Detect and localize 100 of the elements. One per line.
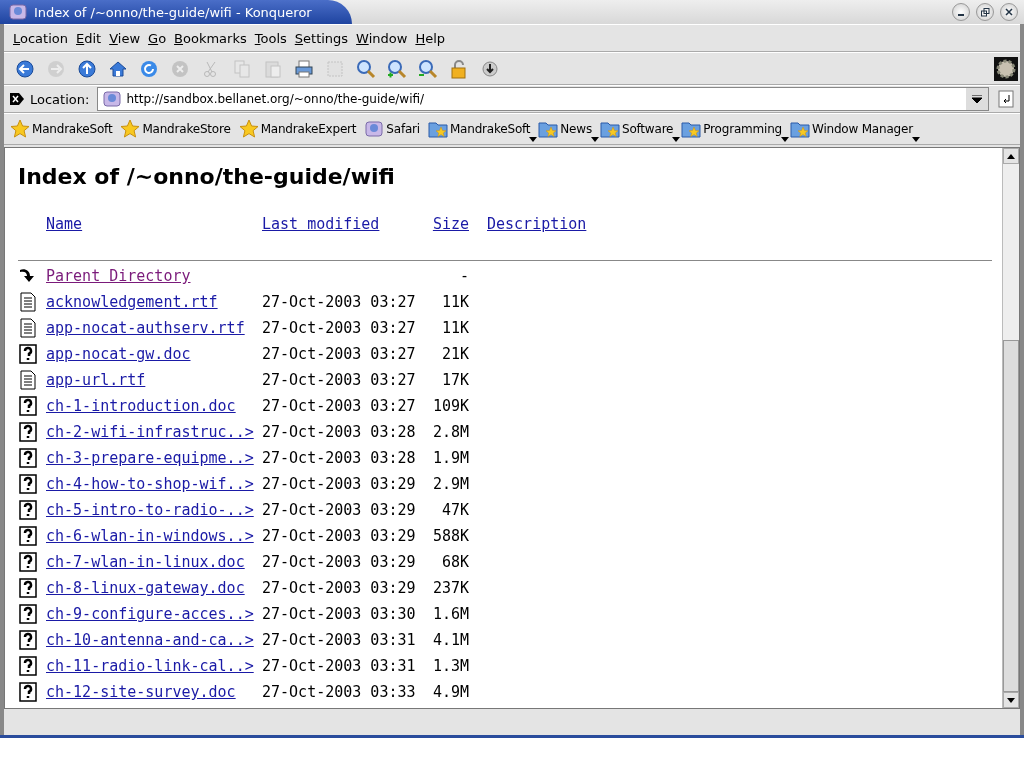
modified-date: 27-Oct-2003 03:30 [262, 605, 416, 623]
bookmark-item[interactable]: Safari [364, 119, 423, 139]
location-field[interactable]: http://sandbox.bellanet.org/~onno/the-guide/wifi/ [97, 87, 989, 111]
file-link[interactable]: ch-7-wlan-in-linux.doc [46, 553, 245, 571]
menu-item[interactable]: Help [412, 28, 449, 48]
file-link[interactable]: ch-6-wlan-in-windows..> [46, 527, 254, 545]
folder-icon [427, 119, 448, 139]
menu-item[interactable]: Settings [291, 28, 352, 48]
file-link[interactable]: acknowledgement.rtf [46, 293, 218, 311]
scrollbar[interactable] [1002, 148, 1019, 708]
zoom-in-icon [386, 58, 407, 79]
security-icon [479, 58, 500, 79]
menu-item[interactable]: Window [353, 28, 411, 48]
text-document-icon [18, 292, 38, 312]
modified-date: 27-Oct-2003 03:31 [262, 657, 416, 675]
scroll-up-button[interactable] [1003, 148, 1019, 164]
question-document-icon [18, 500, 38, 520]
question-document-icon [18, 630, 38, 650]
file-link[interactable]: app-url.rtf [46, 371, 146, 389]
location-label: Location: [30, 91, 90, 107]
dropdown-button[interactable] [966, 88, 988, 110]
url-input[interactable]: http://sandbox.bellanet.org/~onno/the-guide/wifi/ [126, 92, 962, 106]
file-link[interactable]: ch-8-linux-gateway.doc [46, 579, 245, 597]
file-size: 237K [432, 579, 469, 597]
padlock-icon [448, 58, 469, 79]
bookmark-item[interactable]: News [538, 119, 595, 139]
file-link[interactable]: ch-1-introduction.doc [46, 397, 236, 415]
column-header-link[interactable]: Last modified [262, 215, 380, 233]
menu-item[interactable]: Edit [73, 28, 105, 48]
folder-icon [681, 119, 702, 139]
file-link[interactable]: app-nocat-gw.doc [46, 345, 191, 363]
page-heading: Index of /~onno/the-guide/wifi [18, 164, 396, 189]
app-icon [8, 2, 28, 22]
file-size: 4.1M [432, 631, 469, 649]
minimize-button[interactable] [952, 3, 970, 21]
file-link[interactable]: ch-5-intro-to-radio-..> [46, 501, 254, 519]
file-link[interactable]: app-nocat-authserv.rtf [46, 319, 245, 337]
bookmark-item[interactable]: MandrakeSoft [10, 119, 116, 139]
bookmark-item[interactable]: MandrakeExpert [238, 119, 360, 139]
file-link[interactable]: ch-2-wifi-infrastruc..> [46, 423, 254, 441]
modified-date: 27-Oct-2003 03:29 [262, 579, 416, 597]
modified-date: 27-Oct-2003 03:31 [262, 631, 416, 649]
file-size: 47K [441, 501, 469, 519]
bookmark-item[interactable]: MandrakeStore [120, 119, 234, 139]
file-link[interactable]: ch-11-radio-link-cal..> [46, 657, 254, 675]
restore-icon [980, 7, 990, 17]
caret-icon [591, 137, 599, 142]
menu-item[interactable]: Location [10, 28, 71, 48]
caret-icon [781, 137, 789, 142]
folder-icon [538, 119, 559, 139]
menu-item[interactable]: View [106, 28, 144, 48]
enter-icon [997, 90, 1014, 108]
folder-icon [600, 119, 620, 139]
text-document-icon [18, 370, 38, 390]
file-size: 588K [432, 527, 469, 545]
caret-icon [911, 137, 920, 142]
question-document-icon [18, 604, 38, 624]
bookmark-item[interactable]: Programming [681, 119, 785, 139]
file-size: 21K [441, 345, 469, 363]
bookmark-item[interactable]: Software [600, 119, 677, 139]
file-size: 11K [441, 293, 469, 311]
close-button[interactable] [1000, 3, 1018, 21]
file-link[interactable]: ch-3-prepare-equipme..> [46, 449, 254, 467]
stop-icon [169, 58, 190, 79]
modified-date: 27-Oct-2003 03:29 [262, 475, 416, 493]
menu-item[interactable]: Tools [251, 28, 290, 48]
scroll-down-button[interactable] [1003, 692, 1019, 708]
column-header-link[interactable]: Name [46, 215, 83, 233]
column-header-link[interactable]: Size [432, 215, 469, 233]
file-link[interactable]: ch-4-how-to-shop-wif..> [46, 475, 254, 493]
column-header-link[interactable]: Description [487, 215, 587, 233]
file-link[interactable]: ch-10-antenna-and-ca..> [46, 631, 254, 649]
star-icon [10, 119, 30, 139]
question-document-icon [18, 448, 38, 468]
file-size: 4.9M [432, 683, 469, 701]
search-icon [355, 58, 376, 79]
file-link[interactable]: ch-9-configure-acces..> [46, 605, 254, 623]
question-document-icon [18, 578, 38, 598]
bookmark-item[interactable]: MandrakeSoft [427, 119, 534, 139]
question-document-icon [18, 552, 38, 572]
file-link[interactable]: ch-12-site-survey.doc [46, 683, 236, 701]
maximize-button[interactable] [976, 3, 994, 21]
printer-icon [293, 58, 314, 79]
modified-date: 27-Oct-2003 03:28 [262, 423, 416, 441]
question-document-icon [18, 526, 38, 546]
modified-date: 27-Oct-2003 03:33 [262, 683, 416, 701]
modified-date: 27-Oct-2003 03:29 [262, 501, 416, 519]
menu-item[interactable]: Bookmarks [171, 28, 250, 48]
caret-icon [972, 95, 982, 103]
zoom-out-icon [417, 58, 438, 79]
menu-item[interactable]: Go [145, 28, 170, 48]
file-size: 109K [432, 397, 469, 415]
modified-date: 27-Oct-2003 03:29 [262, 527, 416, 545]
modified-date: 27-Oct-2003 03:27 [262, 345, 416, 363]
file-size: 17K [441, 371, 469, 389]
star-icon [238, 119, 259, 139]
bookmark-item[interactable]: Window Manager [790, 119, 916, 139]
file-link[interactable]: Parent Directory [46, 267, 191, 285]
scroll-thumb[interactable] [1003, 340, 1019, 692]
paste-icon [262, 58, 283, 79]
